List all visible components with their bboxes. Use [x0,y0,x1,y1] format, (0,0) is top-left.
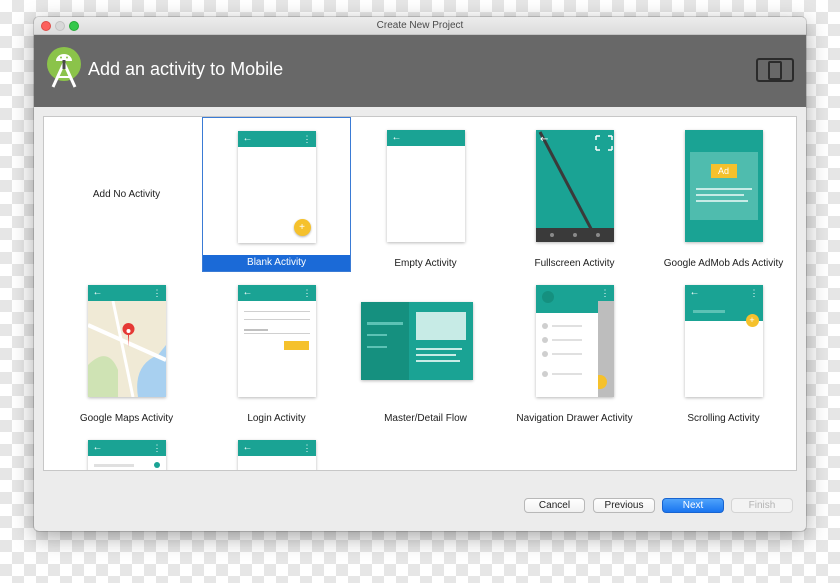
fab-plus-icon: + [745,314,759,327]
nav-drawer-preview: ⋮ [535,285,614,397]
tile-label: Add No Activity [92,189,161,200]
back-arrow-icon: ← [689,287,700,298]
title-bar: Create New Project [34,17,806,35]
overflow-menu-icon: ⋮ [600,288,610,298]
finish-button[interactable]: Finish [731,498,793,513]
android-studio-icon [47,47,81,88]
tile-label: Navigation Drawer Activity [516,413,633,424]
back-arrow-icon: ← [92,442,103,453]
window-title: Create New Project [376,20,464,31]
ad-badge: Ad [710,164,737,178]
tile-row3-item-2[interactable]: ← ⋮ [202,427,351,470]
tile-login-activity[interactable]: ← ⋮ Login Activity [202,272,351,427]
tile-admob-activity[interactable]: Ad Google AdMob Ads Activity [649,117,796,272]
overflow-menu-icon: ⋮ [152,288,162,298]
app-bar: ← ⋮ [87,285,166,301]
ad-card: Ad [689,152,758,220]
tile-scrolling-activity[interactable]: ← ⋮ + Scrolling Activity [649,272,796,427]
overflow-menu-icon: ⋮ [302,288,312,298]
page-title: Add an activity to Mobile [88,59,284,79]
tile-add-no-activity[interactable]: Add No Activity [52,117,201,272]
tile-empty-activity[interactable]: ← Empty Activity [351,117,500,272]
row3-preview-2: ← ⋮ [237,440,316,470]
fullscreen-illustration: ← [535,131,614,242]
app-bar: ← ⋮ [87,440,166,456]
tile-blank-activity[interactable]: ← ⋮ + Blank Activity [202,117,351,272]
drawer-panel [535,285,598,397]
scrolling-activity-preview: ← ⋮ + [684,285,763,397]
tile-label: Login Activity [247,413,306,424]
maps-activity-preview: ← ⋮ [87,285,166,397]
app-bar: ← ⋮ [237,285,316,301]
tile-label: Master/Detail Flow [384,413,467,424]
overflow-menu-icon: ⋮ [302,134,312,144]
tile-label: Scrolling Activity [687,413,760,424]
tile-navigation-drawer-activity[interactable]: ⋮ Navigation Drawer Activity [500,272,649,427]
overflow-menu-icon: ⋮ [302,443,312,453]
login-activity-preview: ← ⋮ [237,285,316,397]
sign-in-button-preview [283,341,309,350]
tile-label: Empty Activity [394,258,457,269]
tile-fullscreen-activity[interactable]: ← Fullscreen Activity [500,117,649,272]
blank-activity-preview: ← ⋮ + [237,131,316,243]
app-bar: ← ⋮ [237,440,316,456]
empty-activity-preview: ← [386,130,465,242]
tile-label: Google Maps Activity [79,413,174,424]
fab-plus-icon: + [293,219,311,236]
back-arrow-icon: ← [242,442,253,453]
overflow-menu-icon: ⋮ [152,443,162,453]
map-illustration [87,285,166,397]
svg-text:←: ← [540,134,548,145]
app-bar: ← ⋮ [237,131,316,147]
back-arrow-icon: ← [391,132,402,143]
app-bar: ← [386,130,465,146]
row3-preview-1: ← ⋮ [87,440,166,470]
back-arrow-icon: ← [92,287,103,298]
tile-label: Blank Activity [203,255,350,271]
create-project-window: Create New Project Add an activity to Mo… [34,17,806,531]
back-arrow-icon: ← [242,287,253,298]
back-arrow-icon: ← [242,133,253,144]
fullscreen-activity-preview: ← [535,130,614,242]
tile-label: Google AdMob Ads Activity [663,258,784,269]
wizard-footer: Cancel Previous Next Finish [34,471,806,531]
master-detail-preview [361,302,473,380]
tile-label: Fullscreen Activity [534,258,615,269]
next-button[interactable]: Next [662,498,724,513]
wizard-header: Add an activity to Mobile [34,35,806,107]
overflow-menu-icon: ⋮ [749,288,759,298]
tile-master-detail-flow[interactable]: Master/Detail Flow [351,272,500,427]
cancel-button[interactable]: Cancel [524,498,585,513]
tile-google-maps-activity[interactable]: ← ⋮ Google Maps Activity [52,272,201,427]
activity-gallery: Add No Activity ← ⋮ + Blank Activity ← E… [43,116,797,471]
tile-row3-item-1[interactable]: ← ⋮ [52,427,201,470]
previous-button[interactable]: Previous [593,498,655,513]
device-frame-icon [756,58,794,82]
admob-activity-preview: Ad [684,130,763,242]
